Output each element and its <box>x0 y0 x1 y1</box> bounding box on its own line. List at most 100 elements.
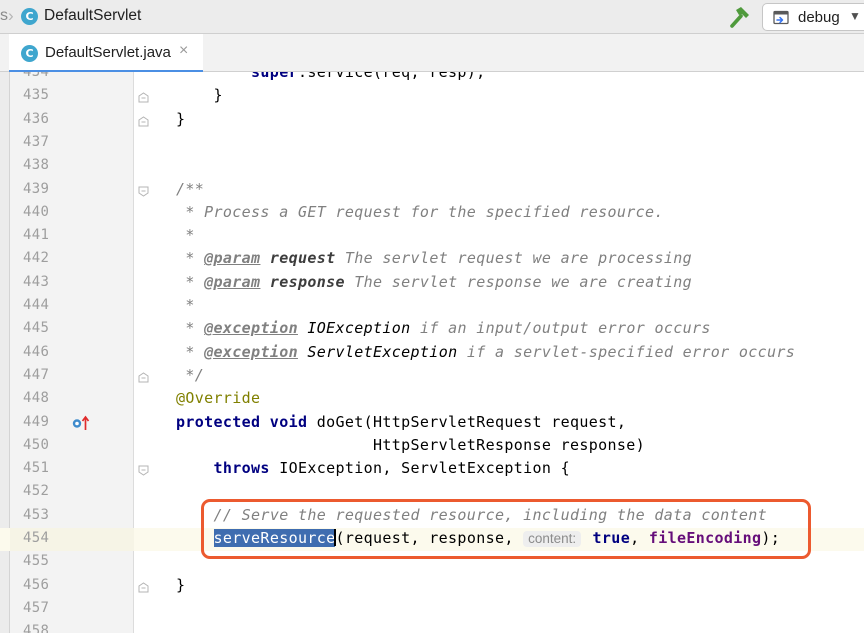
fold-end-icon[interactable] <box>138 115 149 127</box>
fold-end-icon[interactable] <box>138 372 149 383</box>
gutter-cell[interactable]: 444 <box>10 295 134 318</box>
code-text[interactable]: @Override <box>176 389 260 407</box>
gutter-cell[interactable]: 455 <box>10 551 134 574</box>
code-line[interactable]: 443 * @param response The servlet respon… <box>0 272 864 295</box>
code-text[interactable]: * @exception IOException if an input/out… <box>176 319 711 337</box>
code-text[interactable]: * @param request The servlet request we … <box>176 249 692 267</box>
build-hammer-icon[interactable] <box>726 4 752 30</box>
code-text[interactable]: * <box>176 226 195 244</box>
gutter-cell[interactable]: 456 <box>10 575 149 598</box>
breadcrumb-file-name[interactable]: DefaultServlet <box>44 7 141 25</box>
line-number: 444 <box>23 297 50 313</box>
code-text[interactable]: } <box>176 576 185 594</box>
code-text[interactable]: } <box>176 110 185 128</box>
code-line[interactable]: 436} <box>0 109 864 132</box>
line-number: 451 <box>23 460 50 477</box>
code-line[interactable]: 444 * <box>0 295 864 318</box>
gutter-cell[interactable]: 453 <box>10 505 134 528</box>
code-line[interactable]: 446 * @exception ServletException if a s… <box>0 342 864 365</box>
java-class-icon: C <box>21 45 38 62</box>
code-text[interactable]: /** <box>176 180 204 198</box>
code-line[interactable]: 450 HttpServletResponse response) <box>0 435 864 458</box>
code-text[interactable]: protected void doGet(HttpServletRequest … <box>176 413 626 431</box>
code-line[interactable]: 438 <box>0 155 864 178</box>
code-line[interactable]: 434 super.service(req, resp); <box>0 72 864 85</box>
tab-label: DefaultServlet.java <box>45 44 171 61</box>
line-number: 440 <box>23 203 50 220</box>
run-config-icon <box>773 10 789 25</box>
line-number: 455 <box>23 553 50 570</box>
gutter-cell[interactable]: 451 <box>10 458 149 481</box>
chevron-down-icon: ▼ <box>849 9 861 23</box>
gutter-cell[interactable]: 454 <box>10 528 134 552</box>
code-text[interactable]: super.service(req, resp); <box>176 72 486 81</box>
annotation-highlight-box <box>201 499 811 559</box>
run-configuration-label: debug <box>798 9 840 26</box>
fold-start-icon[interactable] <box>138 465 149 476</box>
line-number: 434 <box>23 72 50 80</box>
code-line[interactable]: 442 * @param request The servlet request… <box>0 248 864 271</box>
line-number: 449 <box>23 413 50 430</box>
code-text[interactable]: */ <box>176 366 204 384</box>
code-line[interactable]: 458 <box>0 621 864 633</box>
code-line[interactable]: 447 */ <box>0 365 864 388</box>
code-text[interactable]: } <box>176 86 223 104</box>
java-class-icon: C <box>21 8 38 25</box>
gutter-cell[interactable]: 439 <box>10 179 149 202</box>
gutter-cell[interactable]: 441 <box>10 225 134 248</box>
gutter-cell[interactable]: 442 <box>10 248 134 271</box>
tab-defaultservlet-java[interactable]: C DefaultServlet.java × <box>9 34 203 73</box>
code-line[interactable]: 441 * <box>0 225 864 248</box>
code-line[interactable]: 440 * Process a GET request for the spec… <box>0 202 864 225</box>
close-icon[interactable]: × <box>179 42 188 60</box>
gutter-cell[interactable]: 437 <box>10 132 134 155</box>
code-line[interactable]: 439 /** <box>0 179 864 202</box>
code-line[interactable]: 449 protected void doGet(HttpServletReque… <box>0 412 864 435</box>
code-text[interactable]: * @exception ServletException if a servl… <box>176 343 795 361</box>
gutter-cell[interactable]: 448 <box>10 388 134 411</box>
code-line[interactable]: 437 <box>0 132 864 155</box>
breadcrumb-truncated-text[interactable]: s <box>0 7 8 25</box>
code-text[interactable]: * <box>176 296 195 314</box>
gutter-cell[interactable]: 434 <box>10 72 134 85</box>
line-number: 435 <box>23 87 50 104</box>
line-number: 436 <box>23 110 50 127</box>
line-number: 456 <box>23 576 50 593</box>
gutter-cell[interactable]: 457 <box>10 598 134 621</box>
breadcrumb-separator-icon: › <box>8 6 14 25</box>
gutter-cell[interactable]: 446 <box>10 342 134 365</box>
gutter-cell[interactable]: 447 <box>10 365 149 388</box>
gutter-cell[interactable]: 445 <box>10 318 134 341</box>
code-line[interactable]: 451 throws IOException, ServletException… <box>0 458 864 481</box>
line-number: 437 <box>23 133 50 150</box>
code-text[interactable]: HttpServletResponse response) <box>176 436 645 454</box>
code-line[interactable]: 457 <box>0 598 864 621</box>
gutter-cell[interactable]: 449 <box>10 412 134 435</box>
fold-start-icon[interactable] <box>138 186 149 197</box>
line-number: 439 <box>23 180 50 197</box>
editor-tab-bar: C DefaultServlet.java × <box>0 34 864 73</box>
gutter-cell[interactable]: 440 <box>10 202 134 225</box>
gutter-cell[interactable]: 443 <box>10 272 134 295</box>
gutter-cell[interactable]: 438 <box>10 155 134 178</box>
gutter-cell[interactable]: 436 <box>10 109 149 132</box>
gutter-cell[interactable]: 452 <box>10 481 134 504</box>
overrides-method-icon[interactable] <box>72 415 92 432</box>
line-number: 441 <box>23 227 50 244</box>
code-text[interactable]: throws IOException, ServletException { <box>176 459 570 477</box>
line-number: 445 <box>23 320 50 337</box>
fold-end-icon[interactable] <box>138 581 149 593</box>
code-line[interactable]: 456} <box>0 575 864 598</box>
code-line[interactable]: 448 @Override <box>0 388 864 411</box>
code-text[interactable]: * Process a GET request for the specifie… <box>176 203 664 221</box>
fold-end-icon[interactable] <box>138 92 149 103</box>
line-number: 452 <box>23 483 50 500</box>
line-number: 457 <box>23 599 50 616</box>
code-text[interactable]: * @param response The servlet response w… <box>176 273 692 291</box>
gutter-cell[interactable]: 435 <box>10 85 149 108</box>
code-line[interactable]: 435 } <box>0 85 864 108</box>
gutter-cell[interactable]: 450 <box>10 435 134 458</box>
gutter-cell[interactable]: 458 <box>10 621 134 633</box>
code-line[interactable]: 445 * @exception IOException if an input… <box>0 318 864 341</box>
run-configuration-selector[interactable]: debug ▼ <box>762 3 864 31</box>
